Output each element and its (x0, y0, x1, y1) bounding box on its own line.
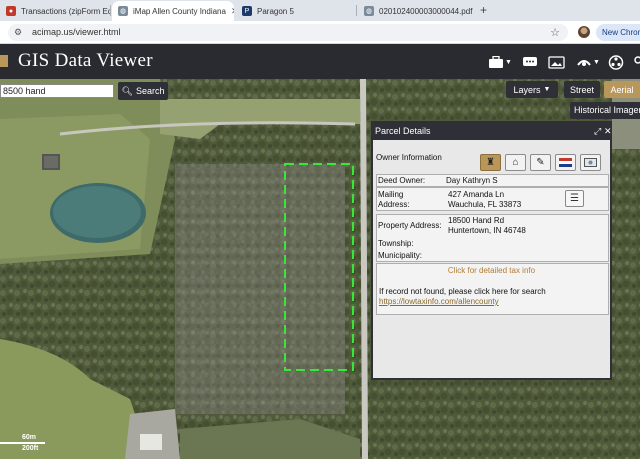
tab-title: Paragon 5 (257, 6, 294, 16)
tower-icon[interactable]: ♜ (480, 154, 501, 171)
tax-info-link[interactable]: Click for detailed tax info (373, 266, 610, 275)
app-header: GIS Data Viewer ▼ ▼ (0, 44, 640, 79)
browser-tab-pdf[interactable]: ◍ 020102400003000044.pdf (358, 1, 476, 21)
close-icon[interactable]: ✕ (604, 123, 612, 140)
zipform-icon: ● (6, 6, 16, 16)
scale-meters: 60m (22, 434, 37, 441)
street-button[interactable]: Street (564, 81, 600, 98)
scale-line (0, 442, 45, 444)
panel-header: Parcel Details ⤢ ✕ (373, 123, 612, 140)
list-icon[interactable]: ☰ (565, 190, 584, 207)
monitor-icon[interactable] (580, 154, 601, 171)
mailing-line-1: 427 Amanda Ln (448, 190, 505, 199)
measure-icon[interactable]: ▼ (576, 53, 600, 71)
municipality-label: Municipality: (378, 251, 423, 260)
image-icon[interactable] (548, 53, 565, 71)
search-input[interactable]: 8500 hand (0, 84, 114, 98)
chevron-down-icon: ▼ (543, 86, 551, 93)
browser-tab-imap[interactable]: ◍ iMap Allen County Indiana ✕ (112, 1, 234, 21)
settings-icon[interactable] (632, 53, 640, 71)
briefcase-icon[interactable]: ▼ (488, 53, 512, 71)
parcel-details-panel: Parcel Details ⤢ ✕ Owner Information ♜ ⌂… (371, 121, 612, 380)
house-icon[interactable]: ⌂ (505, 154, 526, 171)
aerial-button[interactable]: Aerial (604, 81, 640, 98)
omnibox[interactable]: ⚙ acimap.us/viewer.html ☆ (8, 24, 568, 41)
globe-icon: ◍ (118, 6, 128, 16)
mailing-label-1: Mailing (378, 190, 404, 199)
layers-dropdown[interactable]: Layers ▼ (506, 81, 558, 98)
historical-imagery-button[interactable]: Historical Imagery (570, 102, 640, 119)
tab-title: 020102400003000044.pdf (379, 6, 473, 16)
address-bar: ⚙ acimap.us/viewer.html ☆ New Chrome (0, 21, 640, 44)
close-icon[interactable]: ✕ (231, 6, 234, 17)
search-icon: 🔍︎ (121, 85, 133, 96)
expand-icon[interactable]: ⤢ (594, 123, 601, 140)
share-icon[interactable] (608, 53, 624, 71)
bookmark-star-icon[interactable]: ☆ (550, 26, 560, 39)
flag-icon[interactable] (555, 154, 576, 171)
url-text[interactable]: acimap.us/viewer.html (32, 27, 121, 37)
app-title: GIS Data Viewer (18, 50, 153, 71)
browser-tab-paragon[interactable]: P Paragon 5 (236, 1, 354, 21)
search-button[interactable]: 🔍︎ Search (118, 82, 168, 100)
layers-label: Layers (513, 84, 541, 95)
scale-feet: 200ft (22, 445, 39, 452)
mailing-line-2: Wauchula, FL 33873 (448, 200, 522, 209)
panel-title: Parcel Details (375, 126, 431, 136)
browser-tab-strip: ● Transactions (zipForm Edition ◍ iMap A… (0, 0, 640, 21)
property-line-2: Huntertown, IN 46748 (448, 226, 526, 235)
browser-tab-transactions[interactable]: ● Transactions (zipForm Edition (0, 1, 110, 21)
property-line-1: 18500 Hand Rd (448, 216, 505, 225)
mailing-label-2: Address: (378, 200, 410, 209)
deed-owner-label: Deed Owner: (378, 176, 426, 185)
new-tab-button[interactable]: + (480, 3, 487, 17)
scale-bar: 60m 200ft (0, 434, 48, 452)
property-address-label: Property Address: (378, 221, 442, 230)
tab-title: Transactions (zipForm Edition (21, 6, 110, 16)
new-chrome-button[interactable]: New Chrome (596, 24, 640, 41)
township-label: Township: (378, 239, 414, 248)
site-info-icon[interactable]: ⚙ (14, 27, 22, 38)
deed-owner-value: Day Kathryn S (446, 176, 498, 185)
not-found-text: If record not found, please click here f… (379, 287, 546, 296)
globe-icon: ◍ (364, 6, 374, 16)
paragon-icon: P (242, 6, 252, 16)
section-title: Owner Information (376, 153, 442, 162)
tab-title: iMap Allen County Indiana (133, 6, 226, 16)
logo-icon (0, 55, 8, 67)
tab-separator (356, 5, 357, 16)
tax-search-link[interactable]: https://lowtaxinfo.com/allencounty (379, 297, 499, 306)
profile-avatar[interactable] (578, 26, 590, 38)
broom-icon[interactable]: ✎ (530, 154, 551, 171)
chat-icon[interactable] (522, 53, 538, 71)
search-button-label: Search (135, 86, 165, 96)
tab-separator (110, 5, 111, 16)
